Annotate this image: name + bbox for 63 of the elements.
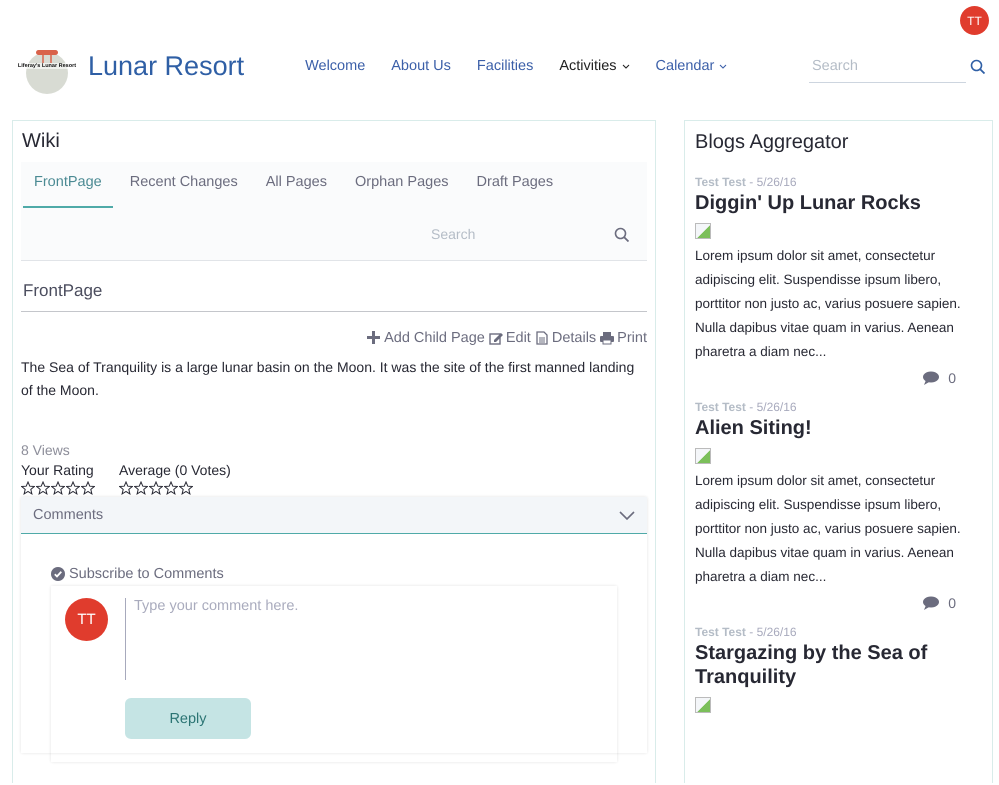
nav-link[interactable]: Welcome [292, 58, 378, 74]
chevron-icon [619, 510, 635, 520]
page-action-link[interactable]: Details [534, 330, 596, 346]
pencil-icon [488, 331, 503, 345]
page-action-link[interactable]: Add Child Page [367, 330, 485, 346]
document-icon [534, 331, 549, 345]
post-excerpt: Lorem ipsum dolor sit amet, consectetur adipiscing elit. Suspendisse ipsum libero, porttitor non justo ac, varius posuere sapien. Nulla dapibus vitae quam in varius. Aenean pharetra a diam nec... [695, 247, 962, 361]
rating-label: Your Rating [21, 462, 95, 478]
nav-link[interactable]: Facilities [464, 58, 546, 74]
star-empty-icon [36, 481, 50, 495]
wiki-tab[interactable]: Orphan Pages [344, 162, 460, 208]
wiki-tab[interactable]: Draft Pages [466, 162, 564, 208]
subscribe-link[interactable]: Subscribe to Comments [51, 566, 617, 582]
speech-bubble-icon [923, 371, 940, 385]
search-icon[interactable] [970, 58, 985, 74]
nav-link[interactable]: Activities [546, 58, 643, 74]
page-action-link[interactable]: Edit [488, 330, 531, 346]
star-rating[interactable] [21, 481, 95, 495]
broken-image-icon [695, 223, 711, 239]
rating-label: Average (0 Votes) [119, 462, 231, 478]
star-empty-icon [179, 481, 193, 495]
portlet-title: Wiki [21, 129, 61, 154]
speech-bubble-icon [923, 596, 940, 610]
caret-icon [719, 64, 728, 68]
check-circle-icon [51, 567, 65, 581]
caret-icon [622, 64, 630, 68]
post-excerpt: Lorem ipsum dolor sit amet, consectetur adipiscing elit. Suspendisse ipsum libero, porttitor non justo ac, varius posuere sapien. Nulla dapibus vitae quam in varius. Aenean pharetra a diam nec... [695, 472, 962, 586]
star-empty-icon [119, 481, 133, 495]
post-title[interactable]: Stargazing by the Sea of Tranquility [695, 641, 982, 689]
post-title[interactable]: Alien Siting! [695, 416, 982, 440]
user-avatar: TT [65, 598, 108, 641]
view-count: 8 Views [21, 442, 71, 458]
nav-link[interactable]: Calendar [642, 58, 740, 74]
star-empty-icon [149, 481, 163, 495]
page-title: FrontPage [21, 261, 647, 312]
broken-image-icon [695, 448, 711, 464]
site-title[interactable]: Lunar Resort [88, 50, 244, 82]
post-date: - 5/26/16 [748, 400, 797, 414]
search-icon [614, 226, 629, 242]
wiki-search-field[interactable]: Search [429, 225, 614, 243]
post-date: - 5/26/16 [748, 175, 797, 189]
printer-icon [600, 331, 614, 345]
user-avatar[interactable]: TT [960, 6, 989, 35]
star-empty-icon [21, 481, 35, 495]
nav-link[interactable]: About Us [378, 58, 464, 74]
post-title[interactable]: Diggin' Up Lunar Rocks [695, 191, 982, 215]
plus-icon [367, 331, 382, 345]
comment-count: 0 [948, 595, 956, 611]
comments-header[interactable]: Comments [21, 497, 647, 534]
star-empty-icon [134, 481, 148, 495]
page-action-link[interactable]: Print [600, 330, 647, 346]
page-content: The Sea of Tranquility is a large lunar basin on the Moon. It was the site of the first manned landing of the Moon. [21, 358, 636, 400]
star-empty-icon [66, 481, 80, 495]
comment-count: 0 [948, 370, 956, 386]
wiki-tab[interactable]: Recent Changes [118, 162, 249, 208]
broken-image-icon [695, 697, 711, 713]
star-empty-icon [164, 481, 178, 495]
wiki-tab[interactable]: All Pages [254, 162, 338, 208]
star-empty-icon [81, 481, 95, 495]
post-date: - 5/26/16 [748, 625, 797, 639]
portlet-title: Blogs Aggregator [695, 130, 850, 155]
wiki-tab[interactable]: FrontPage [23, 162, 113, 208]
star-empty-icon [51, 481, 65, 495]
